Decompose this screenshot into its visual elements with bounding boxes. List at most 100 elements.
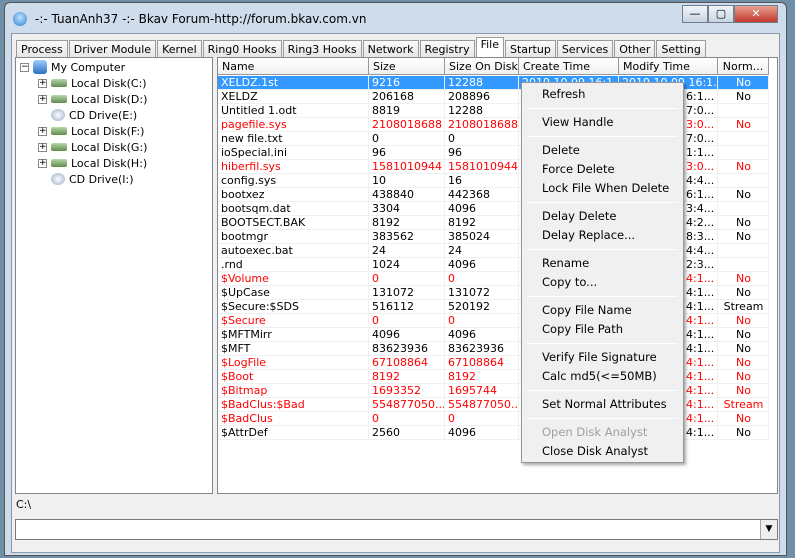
- menu-item-copy-file-path[interactable]: Copy File Path: [524, 320, 681, 339]
- table-row[interactable]: hiberfil.sys 1581010944 1581010944 3:0... No: [218, 160, 769, 174]
- table-row[interactable]: autoexec.bat 24 24 4:4...: [218, 244, 769, 258]
- tree-item-drive[interactable]: + Local Disk(F:): [38, 123, 144, 139]
- window-title: -:- TuanAnh37 -:- Bkav Forum-http://foru…: [35, 12, 367, 26]
- table-cell: No: [718, 412, 769, 426]
- table-cell: 1695744: [445, 384, 519, 398]
- menu-item-lock-file-when-delete[interactable]: Lock File When Delete: [524, 179, 681, 198]
- dropdown-arrow-icon[interactable]: ▼: [760, 520, 777, 539]
- menu-item-refresh[interactable]: Refresh: [524, 85, 681, 104]
- tree-item-label: Local Disk(G:): [71, 140, 148, 154]
- table-row[interactable]: $MFT 83623936 83623936 4:1... No: [218, 342, 769, 356]
- table-row[interactable]: ioSpecial.ini 96 96 1:1...: [218, 146, 769, 160]
- table-cell: 10: [369, 174, 445, 188]
- minimize-button[interactable]: —: [682, 5, 708, 23]
- menu-item-set-normal-attributes[interactable]: Set Normal Attributes: [524, 395, 681, 414]
- expand-icon[interactable]: +: [38, 158, 47, 168]
- table-cell: 24: [369, 244, 445, 258]
- menu-item-view-handle[interactable]: View Handle: [524, 113, 681, 132]
- table-row[interactable]: $LogFile 67108864 67108864 4:1... No: [218, 356, 769, 370]
- menu-item-copy-to[interactable]: Copy to...: [524, 273, 681, 292]
- menu-item-verify-file-signature[interactable]: Verify File Signature: [524, 348, 681, 367]
- table-cell: 206168: [369, 90, 445, 104]
- table-cell: 12288: [445, 104, 519, 118]
- tree-item-drive[interactable]: + Local Disk(C:): [38, 75, 147, 91]
- column-header[interactable]: Modify Time: [619, 58, 718, 75]
- expand-icon[interactable]: +: [38, 142, 47, 152]
- tab-file[interactable]: File: [475, 37, 504, 57]
- menu-item-delay-replace[interactable]: Delay Replace...: [524, 226, 681, 245]
- table-cell: 4096: [445, 202, 519, 216]
- expand-icon[interactable]: +: [38, 78, 47, 88]
- table-row[interactable]: $Bitmap 1693352 1695744 4:1... No: [218, 384, 769, 398]
- table-row[interactable]: config.sys 10 16 4:4...: [218, 174, 769, 188]
- table-row[interactable]: bootsqm.dat 3304 4096 3:4...: [218, 202, 769, 216]
- tab-driver-module[interactable]: Driver Module: [68, 40, 157, 57]
- table-row[interactable]: $Secure:$SDS 516112 520192 4:1... Stream: [218, 300, 769, 314]
- menu-item-force-delete[interactable]: Force Delete: [524, 160, 681, 179]
- collapse-icon[interactable]: −: [20, 62, 29, 72]
- tab-ring0-hooks[interactable]: Ring0 Hooks: [202, 40, 282, 57]
- table-row[interactable]: bootmgr 383562 385024 8:3... No: [218, 230, 769, 244]
- maximize-button[interactable]: ▢: [708, 5, 734, 23]
- table-row[interactable]: $Boot 8192 8192 4:1... No: [218, 370, 769, 384]
- table-cell: 4096: [445, 426, 519, 440]
- tree-item-drive[interactable]: + Local Disk(D:): [38, 91, 147, 107]
- menu-item-copy-file-name[interactable]: Copy File Name: [524, 301, 681, 320]
- table-row[interactable]: $Volume 0 0 4:1... No: [218, 272, 769, 286]
- tab-other[interactable]: Other: [614, 40, 656, 57]
- tab-setting[interactable]: Setting: [656, 40, 706, 57]
- path-combo[interactable]: ▼: [15, 519, 778, 540]
- table-cell: autoexec.bat: [218, 244, 369, 258]
- tab-services[interactable]: Services: [556, 40, 614, 57]
- table-cell: No: [718, 356, 769, 370]
- tab-registry[interactable]: Registry: [419, 40, 475, 57]
- column-header[interactable]: Name: [218, 58, 369, 75]
- table-cell: 67108864: [369, 356, 445, 370]
- table-row[interactable]: XELDZ.1st9216122882019.10.09 16:12019.10…: [218, 76, 769, 90]
- table-cell: 131072: [445, 286, 519, 300]
- close-button[interactable]: ✕: [734, 5, 778, 23]
- menu-item-rename[interactable]: Rename: [524, 254, 681, 273]
- tab-ring3-hooks[interactable]: Ring3 Hooks: [282, 40, 362, 57]
- menu-item-delay-delete[interactable]: Delay Delete: [524, 207, 681, 226]
- tab-kernel[interactable]: Kernel: [157, 40, 202, 57]
- tab-startup[interactable]: Startup: [505, 40, 556, 57]
- menu-item-close-disk-analyst[interactable]: Close Disk Analyst: [524, 442, 681, 461]
- table-row[interactable]: $BadClus 0 0 4:1... No: [218, 412, 769, 426]
- column-header[interactable]: Size: [369, 58, 445, 75]
- tree-item-drive[interactable]: + Local Disk(H:): [38, 155, 147, 171]
- tree-item-drive[interactable]: CD Drive(E:): [38, 107, 137, 123]
- table-row[interactable]: Untitled 1.odt 8819 12288 7:0...: [218, 104, 769, 118]
- table-row[interactable]: $BadClus:$Bad 554877050... 554877050... 4:1…: [218, 398, 769, 412]
- table-row[interactable]: new file.txt 0 0 7:0...: [218, 132, 769, 146]
- table-row[interactable]: BOOTSECT.BAK 8192 8192 4:2... No: [218, 216, 769, 230]
- tree-item-drive[interactable]: + Local Disk(G:): [38, 139, 147, 155]
- table-row[interactable]: $MFTMirr 4096 4096 4:1... No: [218, 328, 769, 342]
- menu-item-calc-md5-50mb[interactable]: Calc md5(<=50MB): [524, 367, 681, 386]
- menu-item-delete[interactable]: Delete: [524, 141, 681, 160]
- column-header[interactable]: Norm...: [718, 58, 769, 75]
- table-row[interactable]: XELDZ 206168 208896 6:1... No: [218, 90, 769, 104]
- expand-icon[interactable]: +: [38, 126, 47, 136]
- table-cell: 1024: [369, 258, 445, 272]
- tree-item-drive[interactable]: CD Drive(I:): [38, 171, 134, 187]
- table-cell: .rnd: [218, 258, 369, 272]
- table-cell: BOOTSECT.BAK: [218, 216, 369, 230]
- table-row[interactable]: pagefile.sys 2108018688 2108018688 3:0... No: [218, 118, 769, 132]
- drive-tree[interactable]: − My Computer + Local Disk(C:) + Local Disk(D…: [15, 57, 213, 494]
- table-row[interactable]: $AttrDef 2560 4096 4:1... No: [218, 426, 769, 440]
- table-row[interactable]: $UpCase 131072 131072 4:1... No: [218, 286, 769, 300]
- tab-network[interactable]: Network: [362, 40, 419, 57]
- table-row[interactable]: $Secure 0 0 4:1... No: [218, 314, 769, 328]
- tab-process[interactable]: Process: [16, 40, 68, 57]
- tree-root-my-computer[interactable]: − My Computer: [20, 59, 125, 75]
- table-row[interactable]: .rnd 1024 4096 2:3...: [218, 258, 769, 272]
- table-cell: No: [718, 314, 769, 328]
- column-header[interactable]: Create Time: [519, 58, 619, 75]
- table-row[interactable]: bootxez 438840 442368 6:1... No: [218, 188, 769, 202]
- menu-separator: [527, 418, 678, 419]
- tree-item-label: Local Disk(H:): [71, 156, 148, 170]
- expand-icon[interactable]: +: [38, 94, 47, 104]
- column-header[interactable]: Size On Disk: [445, 58, 519, 75]
- file-list[interactable]: Name Size Size On Disk Create Time Modify Ti…: [217, 57, 778, 494]
